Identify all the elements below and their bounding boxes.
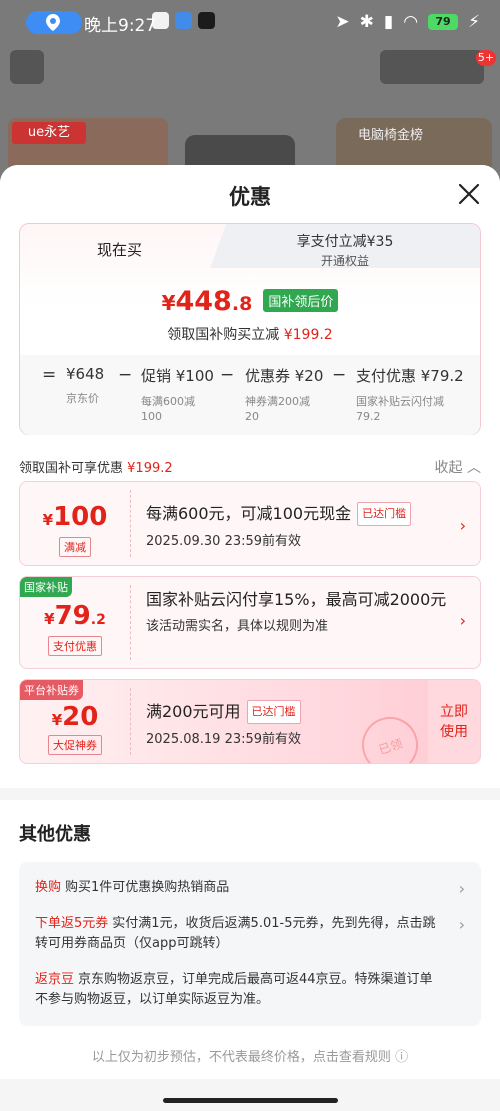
coupon-type-label: 大促神券 (48, 735, 102, 755)
price-integer: 448 (175, 286, 232, 317)
formula-op: − (332, 365, 347, 385)
status-time: 晚上9:27 (84, 16, 157, 36)
alarm-icon (152, 12, 169, 29)
chevron-right-icon[interactable]: › (460, 611, 466, 630)
location-icon (46, 14, 60, 31)
sheet-title: 优惠 (229, 185, 271, 209)
formula-value: 优惠券 ¥20 (245, 367, 324, 385)
close-icon[interactable] (458, 183, 480, 205)
tab-buy-now[interactable]: 现在买 (20, 224, 210, 268)
coupon-card[interactable]: 国家补贴 ¥79.2 支付优惠 国家补贴云闪付享15%，最高可减2000元 该活… (19, 576, 481, 669)
threshold-badge: 已达门槛 (246, 700, 301, 724)
notification-badge: 5+ (476, 50, 496, 66)
collapse-label: 收起 (434, 460, 463, 476)
wifi-icon: ◠ (403, 12, 419, 32)
tab-pay-sub: 开通权益 (320, 254, 369, 268)
coupon-card[interactable]: 平台补贴券 ¥20 大促神券 满200元可用 已达门槛 2025.08.19 23… (19, 679, 481, 764)
offer-tag: 换购 (35, 880, 62, 895)
formula-op: − (118, 365, 133, 385)
use-now-button[interactable]: 立即 使用 (428, 680, 480, 763)
subsidy-text: 领取国补购买立减 (167, 327, 280, 343)
ranking-label: 电脑椅金榜 (358, 128, 424, 143)
tab-pay-discount[interactable]: 享支付立减¥35 开通权益 (210, 224, 480, 268)
coupon-note: 该活动需实名，具体以规则为准 (146, 619, 329, 634)
charging-icon: ⚡ (468, 12, 480, 32)
formula-op: − (220, 365, 235, 385)
price-decimal: .8 (231, 293, 253, 315)
tiktok-icon (198, 12, 215, 29)
battery-icon: 79 (428, 14, 459, 30)
coupon-validity: 2025.09.30 23:59前有效 (146, 534, 302, 549)
formula-desc: 每满600减 100 (141, 395, 195, 423)
chevron-up-icon: ︿ (467, 460, 481, 476)
summary-amount: ¥199.2 (127, 461, 173, 476)
price-currency: ¥ (161, 291, 176, 315)
price-formula: = ¥648 京东价 − 促销 ¥100 每满600减 100 − 优惠券 ¥20… (20, 355, 480, 435)
header-actions[interactable] (380, 50, 484, 84)
offer-item[interactable]: 下单返5元券 实付满1元，收货后返满5.01-5元券，先到先得，点击跳转可用券商品… (35, 906, 465, 962)
formula-value: 促销 ¥100 (141, 367, 214, 385)
tab-pay-label: 享支付立减¥35 (296, 234, 394, 250)
subsidy-summary-row: 领取国补可享优惠 ¥199.2 收起 ︿ (0, 447, 500, 481)
formula-value: 支付优惠 ¥79.2 (356, 367, 464, 385)
coupon-title: 每满600元，可减100元现金 (146, 504, 352, 523)
coupon-title: 满200元可用 (146, 702, 241, 721)
coupon-amount: ¥20 (51, 702, 99, 732)
bluetooth-icon: ✱ (359, 12, 374, 32)
formula-desc: 国家补贴云闪付减 79.2 (356, 395, 444, 423)
home-indicator (163, 1098, 338, 1103)
offer-text: 购买1件可优惠换购热销商品 (65, 880, 230, 895)
app-notification-icon (175, 12, 192, 29)
chevron-right-icon: › (458, 879, 465, 898)
other-offers: 其他优惠 换购 购买1件可优惠换购热销商品 › 下单返5元券 实付满1元，收货后返满… (0, 800, 500, 1079)
offer-text: 京东购物返京豆，订单完成后最高可返44京豆。特殊渠道订单不参与购物返豆，以订单实… (35, 972, 433, 1007)
formula-op: = (42, 365, 57, 385)
offer-item[interactable]: 换购 购买1件可优惠换购热销商品 › (35, 870, 465, 906)
threshold-badge: 已达门槛 (357, 502, 412, 526)
final-price: ¥448.8 国补领后价 (20, 286, 480, 317)
back-button[interactable] (10, 50, 44, 84)
coupon-card[interactable]: ¥100 满减 每满600元，可减100元现金 已达门槛 2025.09.30 2… (19, 481, 481, 566)
coupon-amount: ¥79.2 (44, 601, 106, 631)
subsidy-amount: ¥199.2 (283, 327, 333, 343)
signal-icon: ▮ (383, 12, 394, 32)
chevron-right-icon[interactable]: › (460, 516, 466, 535)
status-bar: 晚上9:27 ➤ ✱ ▮ ◠ 79 ⚡ (0, 0, 500, 44)
offer-item: 返京豆 京东购物返京豆，订单完成后最高可返44京豆。特殊渠道订单不参与购物返豆，以… (35, 962, 465, 1018)
summary-text: 领取国补可享优惠 (19, 461, 124, 476)
footer-note[interactable]: 以上仅为初步预估，不代表最终价格，点击查看规则 ⓘ (19, 1026, 481, 1065)
brand-logo: ue永艺 (12, 122, 86, 144)
coupon-title: 国家补贴云闪付享15%，最高可减2000元 (146, 590, 447, 609)
offer-tag: 返京豆 (35, 972, 75, 987)
formula-desc: 京东价 (66, 392, 99, 405)
offer-tag: 下单返5元券 (35, 916, 109, 931)
location-arrow-icon: ➤ (335, 12, 350, 32)
discount-sheet: 优惠 现在买 享支付立减¥35 开通权益 ¥448.8 国补领后价 领取国补购买… (0, 165, 500, 1111)
coupon-amount: ¥100 (42, 502, 108, 532)
location-pill[interactable] (26, 11, 82, 34)
coupon-list: ¥100 满减 每满600元，可减100元现金 已达门槛 2025.09.30 2… (0, 481, 500, 788)
coupon-type-label: 满减 (59, 537, 91, 557)
collapse-toggle[interactable]: 收起 ︿ (435, 457, 481, 477)
subsidy-line: 领取国补购买立减 ¥199.2 (20, 324, 480, 344)
coupon-type-label: 支付优惠 (48, 636, 102, 656)
info-icon: ⓘ (395, 1050, 409, 1065)
price-tag: 国补领后价 (263, 289, 339, 312)
formula-value: ¥648 (66, 365, 105, 383)
footer-text: 以上仅为初步预估，不代表最终价格，点击查看规则 (91, 1050, 391, 1065)
formula-desc: 神券满200减 20 (245, 395, 310, 423)
price-card: 现在买 享支付立减¥35 开通权益 ¥448.8 国补领后价 领取国补购买立减 … (19, 223, 481, 435)
other-offers-title: 其他优惠 (19, 824, 91, 845)
chevron-right-icon: › (458, 915, 465, 934)
